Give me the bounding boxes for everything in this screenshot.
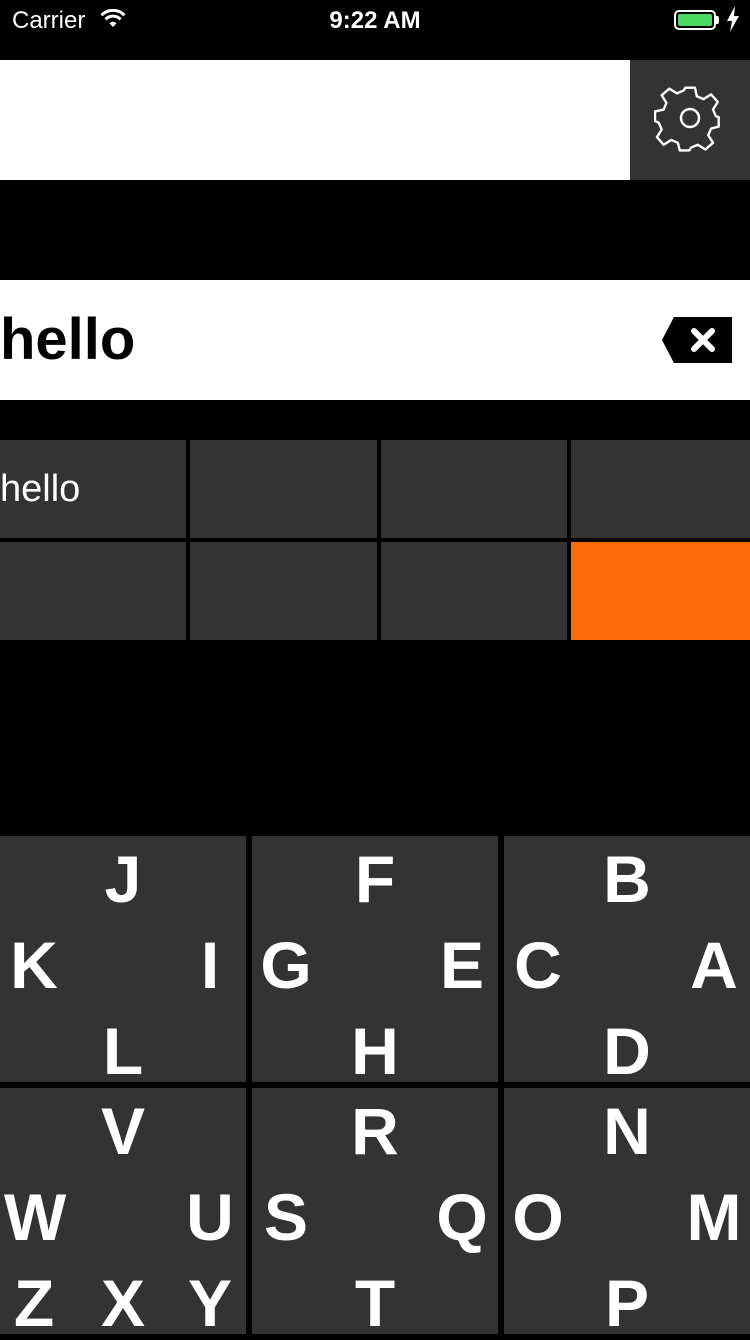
key-group[interactable]: V W U X Z Y bbox=[0, 1088, 246, 1340]
settings-button[interactable] bbox=[630, 60, 750, 180]
key-letter: G bbox=[260, 928, 312, 1002]
key-letter: T bbox=[354, 1266, 396, 1340]
key-group[interactable]: B C A D bbox=[504, 836, 750, 1088]
key-group[interactable]: J K I L bbox=[0, 836, 246, 1088]
key-letter: J bbox=[104, 842, 142, 916]
key-letter: Y bbox=[187, 1266, 233, 1340]
key-letter: L bbox=[102, 1014, 144, 1088]
charging-bolt-icon bbox=[726, 6, 740, 39]
key-letter: W bbox=[4, 1180, 67, 1254]
key-letter: K bbox=[10, 928, 58, 1002]
suggestion-cell[interactable] bbox=[381, 542, 567, 640]
key-letter: O bbox=[512, 1180, 564, 1254]
key-letter: M bbox=[686, 1180, 742, 1254]
suggestion-label: hello bbox=[0, 467, 81, 510]
key-letter: F bbox=[354, 842, 396, 916]
key-group[interactable]: R S Q T bbox=[252, 1088, 498, 1340]
key-letter: U bbox=[186, 1180, 234, 1254]
key-letter: Z bbox=[13, 1266, 55, 1340]
key-letter: D bbox=[603, 1014, 651, 1088]
key-letter: Q bbox=[436, 1180, 488, 1254]
key-letter: V bbox=[100, 1094, 146, 1168]
key-group[interactable]: N O M P bbox=[504, 1088, 750, 1340]
key-letter: X bbox=[100, 1266, 146, 1340]
suggestion-cell[interactable] bbox=[0, 542, 186, 640]
compose-field[interactable]: hello bbox=[0, 280, 750, 400]
key-letter: A bbox=[690, 928, 738, 1002]
suggestion-cell-highlighted[interactable] bbox=[571, 542, 750, 640]
key-letter: R bbox=[351, 1094, 399, 1168]
suggestion-cell[interactable] bbox=[571, 440, 750, 538]
suggestion-cell[interactable] bbox=[190, 440, 377, 538]
clock: 9:22 AM bbox=[329, 7, 421, 34]
suggestion-cell[interactable]: hello bbox=[0, 440, 186, 538]
battery-nub bbox=[716, 16, 719, 24]
key-letter: P bbox=[604, 1266, 650, 1340]
key-letter: N bbox=[603, 1094, 651, 1168]
search-input[interactable] bbox=[0, 60, 630, 180]
key-group[interactable]: F G E H bbox=[252, 836, 498, 1088]
suggestion-cell[interactable] bbox=[381, 440, 567, 538]
suggestion-cell[interactable] bbox=[190, 542, 377, 640]
battery-icon bbox=[674, 10, 716, 30]
gear-icon bbox=[653, 82, 726, 159]
compose-text: hello bbox=[0, 307, 136, 372]
backspace-button[interactable] bbox=[660, 315, 734, 370]
key-letter: E bbox=[439, 928, 485, 1002]
key-letter: H bbox=[351, 1014, 399, 1088]
backspace-icon bbox=[660, 317, 734, 369]
status-bar: Carrier 9:22 AM bbox=[0, 0, 750, 40]
key-letter: B bbox=[603, 842, 651, 916]
key-letter: S bbox=[263, 1180, 309, 1254]
key-letter: C bbox=[514, 928, 562, 1002]
key-letter: I bbox=[200, 928, 220, 1002]
